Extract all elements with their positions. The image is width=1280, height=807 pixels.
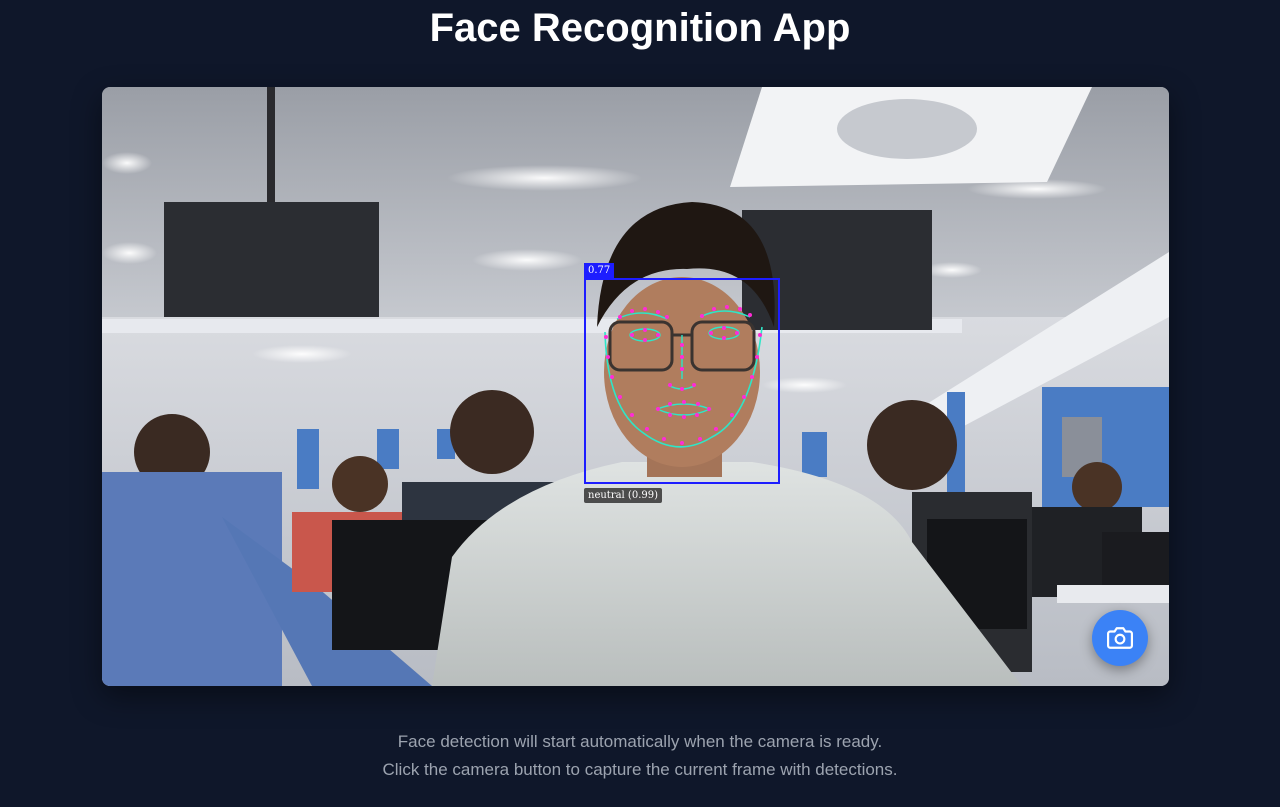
ceiling-light xyxy=(472,249,582,271)
face-detection-box xyxy=(584,278,780,484)
wall-panel xyxy=(377,429,399,469)
camera-icon xyxy=(1107,625,1133,651)
student-head xyxy=(332,456,388,512)
expression-label: neutral (0.99) xyxy=(584,488,663,503)
student-body xyxy=(102,472,282,686)
ceiling-light xyxy=(252,345,352,363)
laptop xyxy=(1102,532,1169,587)
capture-button[interactable] xyxy=(1092,610,1148,666)
instruction-line: Click the camera button to capture the c… xyxy=(382,760,898,779)
ceiling-light xyxy=(102,242,157,264)
ceiling-light xyxy=(102,152,152,174)
ceiling-light xyxy=(447,165,642,191)
instruction-line: Face detection will start automatically … xyxy=(397,732,883,751)
wall-panel xyxy=(802,432,827,477)
ac-vent xyxy=(837,99,977,159)
projector-pole xyxy=(267,87,275,207)
student-head xyxy=(867,400,957,490)
student-head xyxy=(450,390,534,474)
student-head xyxy=(1072,462,1122,512)
detection-score-label: 0.77 xyxy=(584,263,615,279)
camera-feed: 0.77 neutral (0.99) xyxy=(102,87,1169,686)
page-title: Face Recognition App xyxy=(429,6,851,50)
wall-panel xyxy=(297,429,319,489)
app-page: Face Recognition App 0.77 neutral (0.99)… xyxy=(0,0,1280,807)
wall-tv xyxy=(164,202,379,317)
desk xyxy=(1057,585,1169,603)
instructions: Face detection will start automatically … xyxy=(0,728,1280,784)
